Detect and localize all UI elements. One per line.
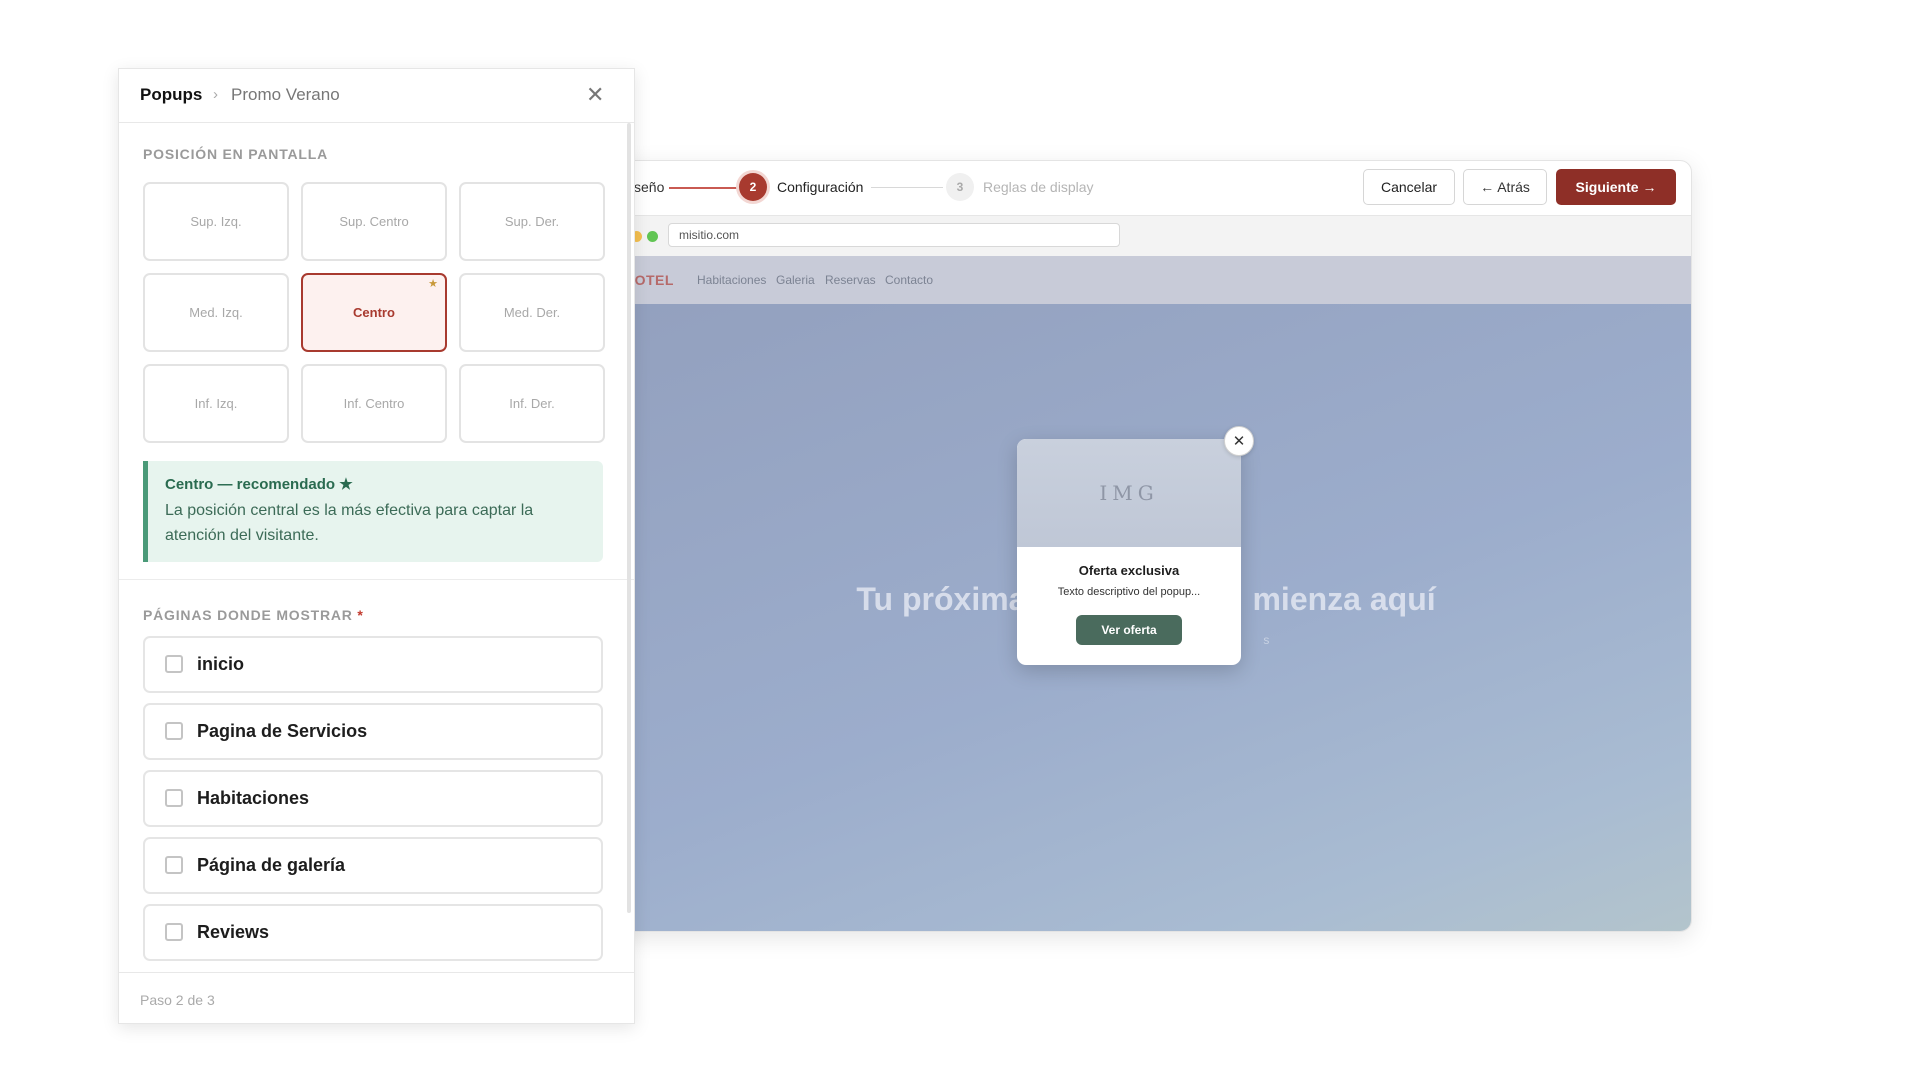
panel-header: Popups › Promo Verano ✕ <box>119 69 634 123</box>
section-divider <box>119 579 634 580</box>
step-2-circle[interactable]: 2 <box>739 173 767 201</box>
recommendation-text: La posición central es la más efectiva p… <box>165 502 534 544</box>
page-option-label: Habitaciones <box>197 788 310 808</box>
position-top-right[interactable]: Sup. Der. <box>459 182 605 261</box>
page-option-label: Página de galería <box>197 855 346 875</box>
hero-title-end: mienza aquí <box>1252 581 1436 617</box>
page-option[interactable]: inicio <box>143 636 603 693</box>
position-label: Med. Izq. <box>189 305 243 320</box>
recommendation-note: Centro — recomendado ★ La posición centr… <box>143 461 603 562</box>
stepper: seño 2 Configuración 3 Reglas de display… <box>601 161 1691 213</box>
page-checkbox[interactable] <box>165 789 183 807</box>
next-button[interactable]: Siguiente → <box>1556 169 1676 205</box>
panel-scrollbar[interactable] <box>627 123 631 913</box>
breadcrumb-root[interactable]: Popups <box>140 85 202 105</box>
page-option[interactable]: Habitaciones <box>143 770 603 827</box>
popup-description: Texto descriptivo del popup... <box>1057 586 1201 598</box>
position-label: Sup. Centro <box>339 214 409 229</box>
url-bar: misitio.com <box>668 223 1120 247</box>
step-3-label[interactable]: Reglas de display <box>983 179 1094 195</box>
window-maximize-dot <box>647 231 658 242</box>
site-nav-item: Reservas <box>825 273 876 287</box>
site-nav-item: Contacto <box>885 273 934 287</box>
position-middle-right[interactable]: Med. Der. <box>459 273 605 352</box>
page-option-label: Reviews <box>197 922 270 942</box>
hero-subtitle-end: s <box>1263 633 1270 647</box>
settings-panel: Popups › Promo Verano ✕ POSICIÓN EN PANT… <box>118 68 635 1024</box>
site-nav: HOTEL Habitaciones Galeria Reservas Cont… <box>601 256 1691 304</box>
site-preview: HOTEL Habitaciones Galeria Reservas Cont… <box>601 256 1691 931</box>
position-top-left[interactable]: Sup. Izq. <box>143 182 289 261</box>
cancel-button[interactable]: Cancelar <box>1363 169 1455 205</box>
step-connector-pending <box>871 187 943 188</box>
required-marker: * <box>357 607 364 623</box>
popup-preview: IMG ✕ Oferta exclusiva Texto descriptivo… <box>1017 426 1254 665</box>
recommendation-title: Centro — recomendado ★ <box>165 476 353 493</box>
wizard-window: seño 2 Configuración 3 Reglas de display… <box>600 160 1692 932</box>
hero-title-start: Tu próxima <box>856 581 1027 617</box>
position-bottom-center[interactable]: Inf. Centro <box>301 364 447 443</box>
position-center[interactable]: Centro ★ <box>301 273 447 352</box>
step-2-label[interactable]: Configuración <box>777 179 863 195</box>
panel-footer: Paso 2 de 3 <box>119 972 634 1023</box>
back-button[interactable]: ← Atrás <box>1463 169 1547 205</box>
browser-toolbar: misitio.com <box>601 215 1691 257</box>
page-option[interactable]: Reviews <box>143 904 603 961</box>
page-option-label: inicio <box>197 654 245 674</box>
site-nav-item: Galeria <box>776 273 815 287</box>
page-option[interactable]: Pagina de Servicios <box>143 703 603 760</box>
step-1-label[interactable]: seño <box>634 179 664 195</box>
position-top-center[interactable]: Sup. Centro <box>301 182 447 261</box>
position-bottom-left[interactable]: Inf. Izq. <box>143 364 289 443</box>
close-icon[interactable]: ✕ <box>586 82 604 108</box>
page-checkbox[interactable] <box>165 856 183 874</box>
position-label: Sup. Izq. <box>190 214 242 229</box>
popup-title: Oferta exclusiva <box>1078 563 1180 578</box>
position-label: Sup. Der. <box>504 214 560 229</box>
position-middle-left[interactable]: Med. Izq. <box>143 273 289 352</box>
step-indicator: Paso 2 de 3 <box>140 992 215 1008</box>
step-3-circle[interactable]: 3 <box>946 173 974 201</box>
position-label: Inf. Centro <box>343 396 405 411</box>
pages-label-text: PÁGINAS DONDE MOSTRAR <box>143 607 353 623</box>
position-label: Centro <box>353 305 395 320</box>
page-option-label: Pagina de Servicios <box>197 721 368 741</box>
recommended-star-icon: ★ <box>428 278 438 290</box>
position-section-label: POSICIÓN EN PANTALLA <box>143 146 329 162</box>
breadcrumb-current: Promo Verano <box>231 85 340 104</box>
position-bottom-right[interactable]: Inf. Der. <box>459 364 605 443</box>
popup-image-placeholder: IMG <box>1017 439 1241 547</box>
popup-close-icon[interactable]: ✕ <box>1224 426 1254 456</box>
page-checkbox[interactable] <box>165 655 183 673</box>
page-checkbox[interactable] <box>165 722 183 740</box>
page-option[interactable]: Página de galería <box>143 837 603 894</box>
position-label: Inf. Izq. <box>194 396 238 411</box>
page-checkbox[interactable] <box>165 923 183 941</box>
breadcrumb-chevron-icon: › <box>213 86 218 103</box>
position-label: Med. Der. <box>503 305 561 320</box>
position-label: Inf. Der. <box>509 396 555 411</box>
pages-section-label: PÁGINAS DONDE MOSTRAR * <box>143 607 364 623</box>
step-connector-done <box>669 187 741 189</box>
popup-cta-button[interactable]: Ver oferta <box>1076 615 1182 645</box>
site-nav-item: Habitaciones <box>697 273 767 287</box>
